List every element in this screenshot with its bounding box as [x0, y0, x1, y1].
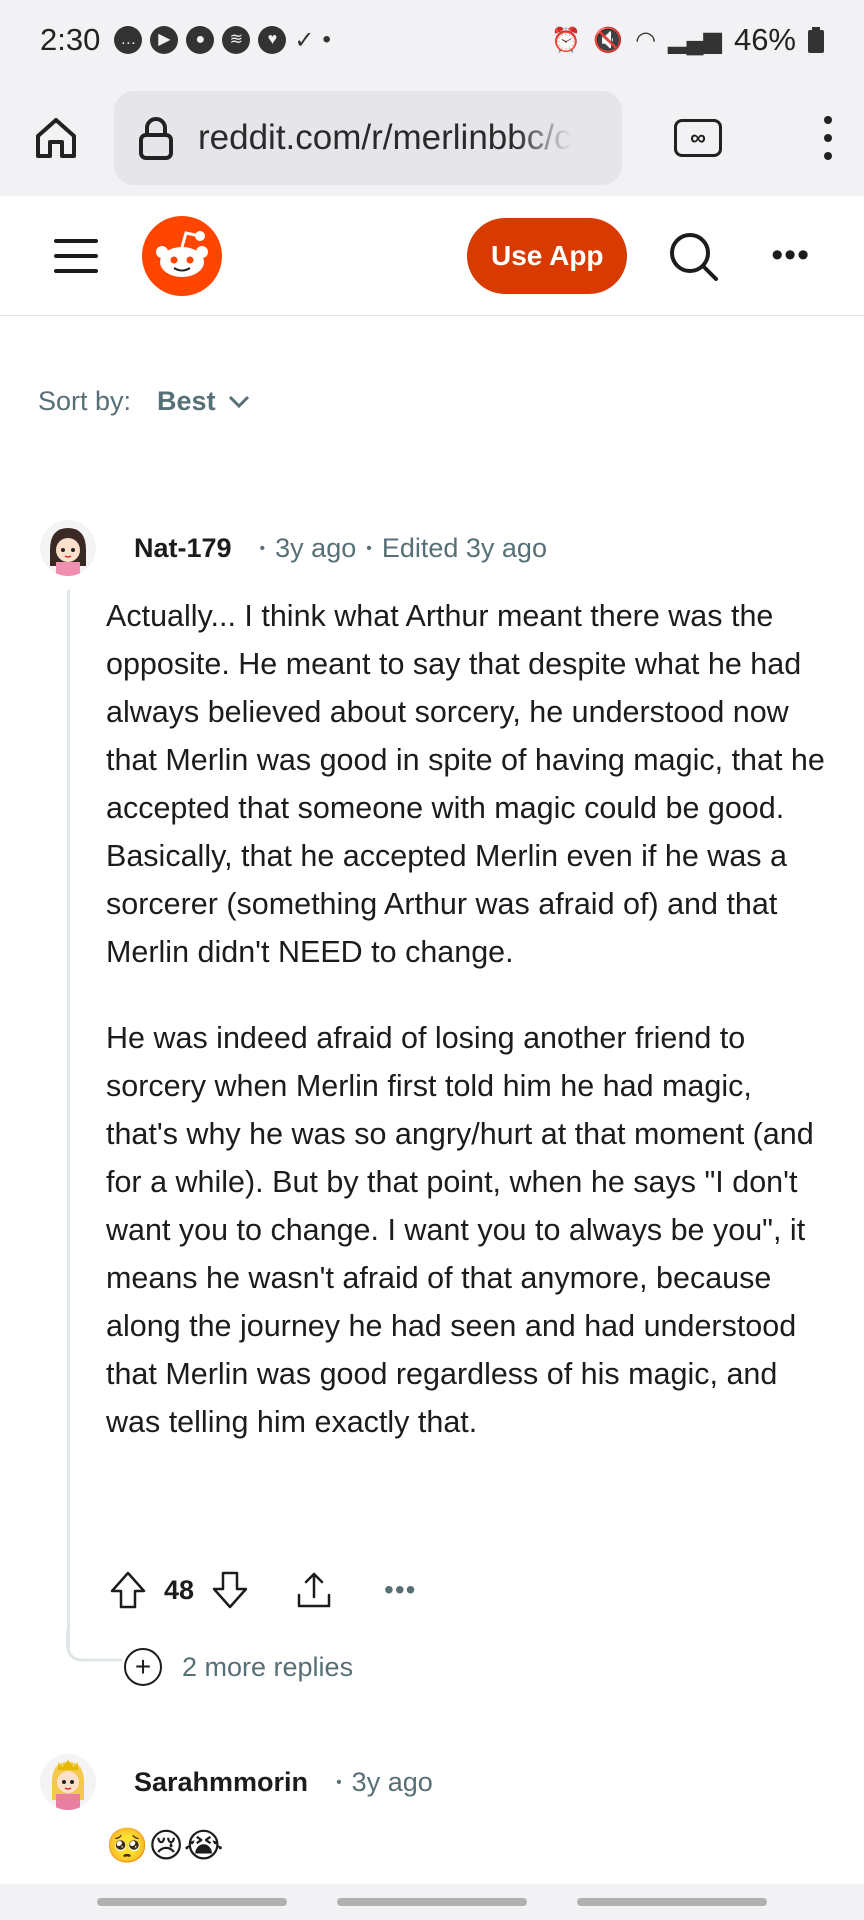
header-more-button[interactable]: ••• — [771, 236, 810, 275]
comment-paragraph: He was indeed afraid of losing another f… — [106, 1021, 814, 1439]
vote-score: 48 — [164, 1574, 195, 1605]
comment-age: 3y ago — [351, 1766, 433, 1797]
home-icon — [36, 118, 76, 158]
comment-body: 🥺😢😭 — [106, 1827, 224, 1865]
status-time: 2:30 — [40, 22, 101, 57]
comment-header: Sarahmmorin • 3y ago — [0, 1752, 864, 1812]
comment-header: Nat-179 • 3y ago • Edited 3y ago — [0, 518, 864, 578]
menu-icon[interactable] — [54, 238, 98, 273]
app-icon: ♥ — [258, 26, 287, 54]
nav-home-button[interactable] — [337, 1898, 527, 1906]
sort-dropdown[interactable]: Sort by: Best — [38, 386, 250, 417]
comment-body: Actually... I think what Arthur meant th… — [106, 592, 826, 1446]
avatar[interactable] — [40, 1754, 96, 1810]
system-icons: ⏰ 🔇 ◠ ▂▄▆ 46% — [551, 22, 824, 58]
comment-meta: • 3y ago • Edited 3y ago — [259, 532, 547, 563]
system-nav-bar — [0, 1884, 864, 1920]
tabs-button[interactable]: ∞ — [674, 119, 722, 157]
battery-percent: 46% — [733, 22, 796, 57]
more-dot-icon: • — [322, 26, 331, 53]
chat-bubble-icon: … — [114, 26, 143, 54]
check-icon: ✓ — [294, 26, 315, 54]
comment-actions: 48 ••• — [106, 1560, 416, 1620]
mute-icon: 🔇 — [593, 26, 624, 54]
comment-author[interactable]: Sarahmmorin — [134, 1767, 308, 1798]
home-button[interactable] — [28, 110, 84, 166]
upvote-icon[interactable] — [106, 1568, 150, 1612]
status-bar: 2:30 … ▶ ● ≋ ♥ ✓ • ⏰ 🔇 ◠ ▂▄▆ 46% — [0, 0, 864, 80]
comment-author[interactable]: Nat-179 — [134, 533, 232, 564]
sort-value: Best — [157, 386, 216, 416]
more-replies-label: 2 more replies — [182, 1651, 354, 1682]
reddit-header: Use App ••• — [0, 196, 864, 316]
browser-menu-button[interactable] — [820, 116, 836, 160]
alarm-icon: ⏰ — [551, 26, 582, 54]
comment: Nat-179 • 3y ago • Edited 3y ago — [0, 518, 864, 578]
more-replies-button[interactable]: + 2 more replies — [124, 1648, 353, 1686]
browser-toolbar: reddit.com/r/merlinbbc/c ∞ — [0, 80, 864, 196]
chevron-down-icon — [228, 395, 249, 408]
url-text: reddit.com/r/merlinbbc/c — [198, 118, 572, 157]
reddit-logo[interactable] — [142, 215, 222, 296]
comment-age: 3y ago — [275, 532, 357, 563]
signal-icon: ▂▄▆ — [668, 26, 722, 54]
sort-label: Sort by: — [38, 386, 132, 416]
comment-meta: • 3y ago — [336, 1766, 433, 1797]
plus-circle-icon: + — [124, 1648, 162, 1686]
search-icon[interactable] — [667, 230, 719, 282]
youtube-icon: ▶ — [150, 26, 179, 54]
nav-recents-button[interactable] — [97, 1898, 287, 1906]
avatar[interactable] — [40, 520, 96, 576]
comment-more-button[interactable]: ••• — [384, 1574, 416, 1606]
voicemail-icon: ● — [186, 26, 215, 54]
share-icon[interactable] — [292, 1568, 336, 1612]
notification-icons: … ▶ ● ≋ ♥ ✓ • — [114, 26, 331, 55]
comment: Sarahmmorin • 3y ago — [0, 1752, 864, 1812]
address-bar[interactable]: reddit.com/r/merlinbbc/c — [114, 91, 622, 185]
wifi-icon: ◠ — [635, 26, 657, 54]
spotify-icon: ≋ — [222, 26, 251, 54]
lock-icon — [139, 117, 173, 160]
thread-line[interactable] — [67, 590, 70, 1650]
thread-branch — [66, 1630, 122, 1662]
nav-back-button[interactable] — [577, 1898, 767, 1906]
comment-paragraph: Actually... I think what Arthur meant th… — [106, 599, 825, 969]
use-app-button[interactable]: Use App — [467, 217, 628, 294]
battery-icon — [808, 27, 824, 53]
downvote-icon[interactable] — [208, 1568, 252, 1612]
comment-edited: Edited 3y ago — [381, 532, 547, 563]
